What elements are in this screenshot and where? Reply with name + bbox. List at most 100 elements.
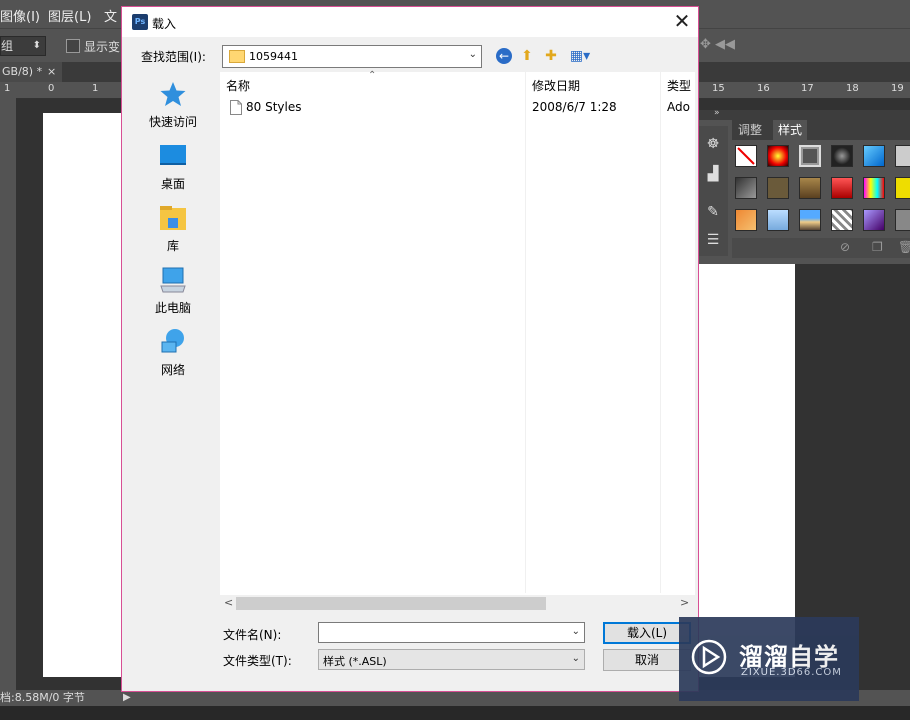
ruler-label: 17 [801, 83, 814, 94]
up-folder-icon[interactable]: ⬆ [518, 47, 536, 65]
style-swatch[interactable] [735, 209, 757, 231]
adjustments-wheel-icon[interactable]: ☸ [702, 136, 724, 154]
style-swatch[interactable] [767, 145, 789, 167]
chevron-down-icon: ⌄ [571, 653, 580, 664]
document-size-status: 档:8.58M/0 字节 [0, 691, 85, 704]
vertical-ruler [0, 98, 16, 690]
filetype-select[interactable]: 样式 (*.ASL) ⌄ [318, 649, 585, 670]
menu-text[interactable]: 文 [104, 6, 117, 25]
computer-icon [160, 267, 186, 293]
menu-layer[interactable]: 图层(L) [48, 6, 91, 25]
file-type: Ado [667, 100, 690, 114]
style-swatch[interactable] [831, 145, 853, 167]
style-swatch[interactable] [831, 177, 853, 199]
style-swatch[interactable] [735, 177, 757, 199]
style-swatch[interactable] [831, 209, 853, 231]
menu-image[interactable]: 图像(I) [0, 6, 40, 25]
sidebar-item-network[interactable]: 网络 [130, 328, 216, 386]
sidebar-item-quick-access[interactable]: 快速访问 [130, 80, 216, 138]
column-divider [525, 72, 526, 593]
file-date: 2008/6/7 1:28 [532, 100, 617, 114]
view-menu-icon[interactable]: ▦▾ [566, 47, 594, 65]
style-swatch[interactable] [895, 145, 910, 167]
sort-up-icon: ⌃ [368, 70, 377, 81]
tab-styles[interactable]: 样式 [773, 120, 808, 140]
document-tab[interactable]: GB/8) * × [0, 62, 62, 82]
scroll-right-icon[interactable]: > [680, 596, 689, 609]
histogram-icon[interactable]: ▟ [702, 166, 724, 184]
sidebar-item-this-pc[interactable]: 此电脑 [130, 266, 216, 324]
column-header-type[interactable]: 类型 [667, 77, 691, 94]
file-list[interactable]: 名称 ⌃ 修改日期 类型 80 Styles 2008/6/7 1:28 Ado [220, 70, 695, 609]
sidebar-item-libraries[interactable]: 库 [130, 204, 216, 262]
close-tab-icon[interactable]: × [47, 62, 56, 82]
network-icon [161, 329, 184, 353]
style-swatch[interactable] [863, 177, 885, 199]
brush-icon[interactable]: ✎ [702, 204, 724, 222]
combo-arrow-icon: ⬍ [32, 40, 41, 51]
back-icon[interactable]: ← [496, 48, 512, 64]
lookin-label: 查找范围(I): [141, 50, 206, 64]
load-dialog: Ps 载入 ✕ 查找范围(I): 1059441 ⌄ ← ⬆ ✚ ▦▾ 快速访问… [121, 6, 699, 692]
style-swatch[interactable] [863, 145, 885, 167]
no-style-icon [737, 147, 755, 165]
filename-input[interactable]: ⌄ [318, 622, 585, 643]
style-swatch[interactable] [799, 145, 821, 167]
ruler-label: 16 [757, 83, 770, 94]
close-icon[interactable]: ✕ [670, 10, 694, 34]
sliders-icon[interactable]: ☰ [702, 232, 724, 250]
sidebar-item-label: 快速访问 [148, 115, 197, 129]
column-header-date[interactable]: 修改日期 [532, 77, 580, 94]
style-swatch[interactable] [799, 177, 821, 199]
scroll-thumb[interactable] [236, 597, 546, 610]
cancel-button[interactable]: 取消 [603, 649, 691, 671]
clear-style-icon[interactable]: ⊘ [840, 240, 850, 254]
ruler-label: 19 [891, 83, 904, 94]
new-style-icon[interactable]: ❐ [872, 240, 883, 254]
panel-header: » [698, 108, 910, 120]
filetype-label: 文件类型(T): [223, 654, 292, 668]
style-swatch-none[interactable] [735, 145, 757, 167]
ruler-label: 15 [712, 83, 725, 94]
dialog-title: 载入 [152, 17, 177, 31]
style-swatch[interactable] [863, 209, 885, 231]
file-row[interactable]: 80 Styles 2008/6/7 1:28 Ado [220, 97, 695, 119]
3d-mode-icon[interactable]: ✥ ◀◀ [700, 37, 735, 52]
horizontal-scrollbar[interactable]: < > [220, 595, 695, 612]
auto-select-combo[interactable]: 组 ⬍ [0, 36, 46, 56]
star-icon [160, 82, 186, 106]
lookin-value: 1059441 [249, 50, 298, 63]
auto-select-value: 组 [1, 39, 14, 53]
style-swatch[interactable] [895, 177, 910, 199]
scroll-left-icon[interactable]: < [224, 596, 233, 609]
ruler-label: 1 [92, 83, 99, 94]
style-swatch[interactable] [767, 209, 789, 231]
show-transform-label: 显示变 [84, 40, 121, 54]
sidebar-item-desktop[interactable]: 桌面 [130, 142, 216, 200]
column-divider [660, 72, 661, 593]
ruler-label: 1 [4, 83, 11, 94]
panel-collapse-icon[interactable]: » [714, 108, 720, 118]
new-folder-icon[interactable]: ✚ [542, 47, 560, 65]
sidebar-item-label: 网络 [160, 363, 185, 377]
delete-style-icon[interactable]: 🗑 [898, 240, 910, 254]
sidebar-item-label: 此电脑 [154, 301, 191, 315]
dialog-title-bar: Ps 载入 ✕ [122, 7, 698, 37]
lookin-combo[interactable]: 1059441 ⌄ [222, 45, 482, 68]
library-icon [160, 206, 186, 230]
ruler-label: 0 [48, 83, 55, 94]
show-transform-checkbox[interactable] [66, 39, 80, 53]
status-arrow-icon[interactable]: ▶ [123, 690, 131, 706]
filetype-value: 样式 (*.ASL) [323, 655, 387, 668]
load-button[interactable]: 载入(L) [603, 622, 691, 644]
places-sidebar: 快速访问 桌面 库 此电脑 网络 [130, 72, 216, 682]
watermark-logo: 溜溜自学 ZIXUE.3D66.COM [679, 617, 859, 701]
desktop-icon [160, 145, 186, 165]
style-swatch[interactable] [767, 177, 789, 199]
tab-adjustments[interactable]: 调整 [733, 120, 767, 140]
chevron-down-icon[interactable]: ⌄ [572, 626, 580, 637]
style-swatch[interactable] [799, 209, 821, 231]
folder-icon [229, 50, 245, 63]
column-header-name[interactable]: 名称 [226, 77, 250, 94]
style-swatch[interactable] [895, 209, 910, 231]
